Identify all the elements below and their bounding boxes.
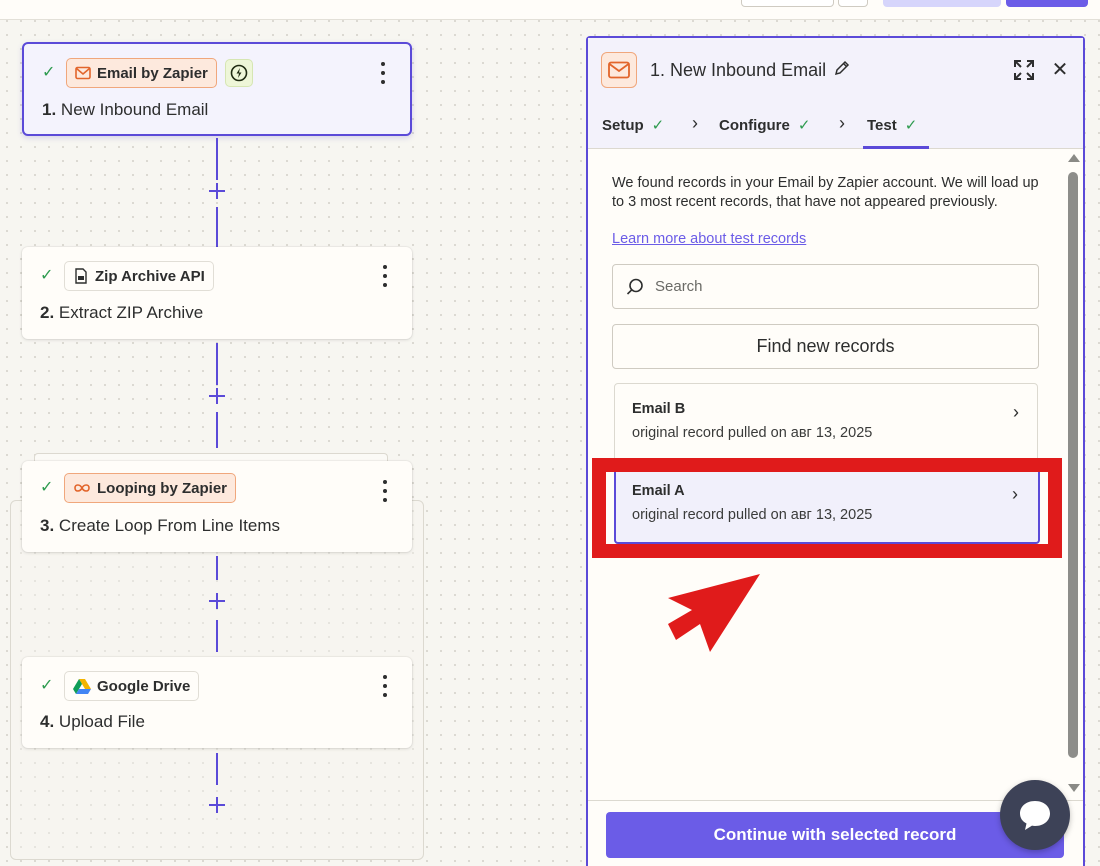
chevron-right-icon: › <box>839 113 845 133</box>
connector-line <box>216 412 218 448</box>
chevron-right-icon: › <box>692 113 698 133</box>
add-step-button[interactable] <box>207 795 227 815</box>
step-menu-button[interactable] <box>378 265 392 287</box>
chat-support-button[interactable] <box>1000 780 1070 850</box>
find-new-records-button[interactable]: Find new records <box>612 324 1039 369</box>
step-header: ✓ Zip Archive API <box>40 261 214 291</box>
toolbar-button[interactable] <box>883 0 1001 7</box>
step-menu-button[interactable] <box>378 480 392 502</box>
continue-with-selected-record-button[interactable]: Continue with selected record <box>606 812 1064 858</box>
app-name: Google Drive <box>97 677 191 695</box>
panel-title: 1. New Inbound Email <box>650 60 827 80</box>
check-icon: ✓ <box>797 117 811 134</box>
record-item[interactable]: Email B original record pulled on авг 13… <box>615 384 1039 466</box>
step-editor-panel: 1. New Inbound Email ✕ Setup ✓ › Configur… <box>586 36 1085 866</box>
workflow-step-4[interactable]: ✓ Google Drive 4. Upload File <box>22 657 412 748</box>
scrollbar-thumb[interactable] <box>1068 172 1078 758</box>
check-icon: ✓ <box>42 64 56 81</box>
zip-archive-icon <box>75 268 87 284</box>
add-step-button[interactable] <box>207 386 227 406</box>
search-icon <box>626 278 643 295</box>
connector-line <box>216 620 218 652</box>
step-header: ✓ Email by Zapier <box>42 58 253 88</box>
search-input[interactable] <box>655 278 995 295</box>
bolt-icon <box>230 64 248 82</box>
email-icon <box>75 66 91 80</box>
app-name: Email by Zapier <box>97 64 208 82</box>
connector-line <box>216 556 218 580</box>
workflow-step-1[interactable]: ✓ Email by Zapier 1. New Inbound Email <box>22 42 412 136</box>
connector-line <box>216 753 218 785</box>
step-title: 4. Upload File <box>40 712 145 731</box>
step-title: 1. New Inbound Email <box>42 100 209 119</box>
publish-button[interactable] <box>1006 0 1088 7</box>
check-icon: ✓ <box>651 117 665 134</box>
check-icon: ✓ <box>40 267 54 284</box>
toolbar-button[interactable] <box>741 0 834 7</box>
step-menu-button[interactable] <box>378 675 392 697</box>
tab-setup[interactable]: Setup ✓ <box>602 116 665 135</box>
tab-test[interactable]: Test ✓ <box>867 116 918 135</box>
app-badge: Google Drive <box>64 671 200 701</box>
chat-icon <box>1020 801 1050 830</box>
intro-text: We found records in your Email by Zapier… <box>612 175 1039 210</box>
email-app-icon <box>601 52 637 88</box>
annotation-arrow-icon <box>668 574 760 652</box>
close-icon[interactable]: ✕ <box>1048 58 1072 82</box>
instant-trigger-badge <box>224 59 253 87</box>
panel-tabs: Setup ✓ › Configure ✓ › Test ✓ <box>588 100 1083 149</box>
search-input-wrapper[interactable] <box>612 264 1039 309</box>
panel-scrollbar[interactable] <box>1067 150 1080 800</box>
step-title: 3. Create Loop From Line Items <box>40 516 281 535</box>
expand-icon[interactable] <box>1012 58 1036 82</box>
toolbar-button[interactable] <box>838 0 868 7</box>
learn-more-link[interactable]: Learn more about test records <box>612 231 806 247</box>
chevron-right-icon: › <box>1013 402 1019 422</box>
app-badge: Looping by Zapier <box>64 473 236 503</box>
connector-line <box>216 138 218 180</box>
top-toolbar <box>0 0 1100 20</box>
step-header: ✓ Google Drive <box>40 671 200 701</box>
step-menu-button[interactable] <box>376 62 390 84</box>
edit-title-pencil-icon[interactable] <box>834 60 850 76</box>
record-subtitle: original record pulled on авг 13, 2025 <box>632 425 873 441</box>
step-header: ✓ Looping by Zapier <box>40 473 236 503</box>
scroll-down-arrow-icon[interactable] <box>1068 784 1080 792</box>
loop-icon <box>74 484 90 492</box>
connector-line <box>216 343 218 385</box>
add-step-button[interactable] <box>207 591 227 611</box>
add-step-button[interactable] <box>207 181 227 201</box>
step-title: 2. Extract ZIP Archive <box>40 303 204 322</box>
app-name: Looping by Zapier <box>97 479 227 497</box>
check-icon: ✓ <box>40 677 54 694</box>
record-name: Email B <box>632 401 686 417</box>
tab-configure[interactable]: Configure ✓ <box>719 116 811 135</box>
workflow-step-2[interactable]: ✓ Zip Archive API 2. Extract ZIP Archive <box>22 247 412 339</box>
check-icon: ✓ <box>904 117 918 134</box>
panel-header: 1. New Inbound Email ✕ <box>588 38 1083 100</box>
google-drive-icon <box>73 679 91 694</box>
workflow-step-3[interactable]: ✓ Looping by Zapier 3. Create Loop From … <box>22 461 412 552</box>
scroll-up-arrow-icon[interactable] <box>1068 154 1080 162</box>
app-name: Zip Archive API <box>95 267 205 285</box>
app-badge: Zip Archive API <box>64 261 214 291</box>
connector-line <box>216 207 218 247</box>
email-icon <box>608 61 630 79</box>
check-icon: ✓ <box>40 479 54 496</box>
app-badge: Email by Zapier <box>66 58 217 88</box>
annotation-highlight-box <box>592 458 1062 558</box>
